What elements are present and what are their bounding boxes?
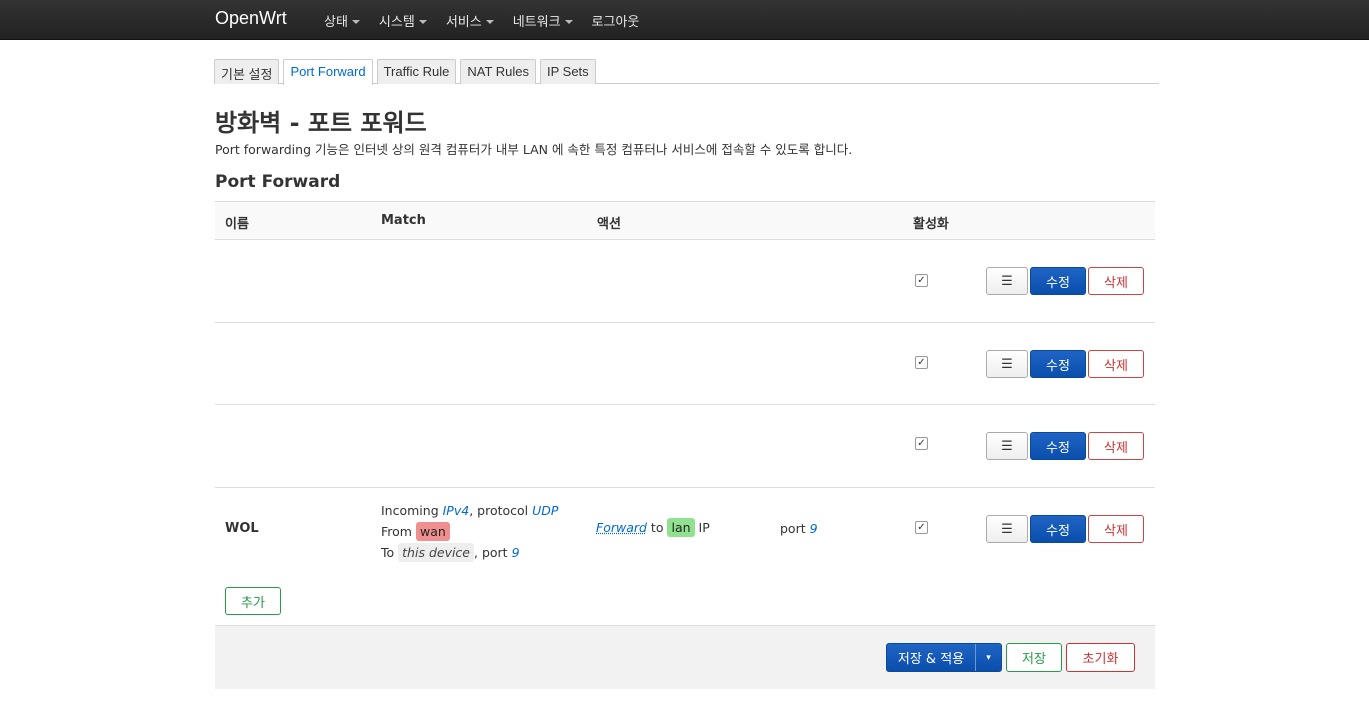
- page-title: 방화벽 - 포트 포워드: [215, 109, 427, 137]
- table-row: ✓ ☰ 수정 삭제: [215, 240, 1155, 323]
- table-header: 이름 Match 액션 활성화: [215, 201, 1155, 240]
- tab-general[interactable]: 기본 설정: [214, 59, 280, 84]
- tab-ip-sets[interactable]: IP Sets: [540, 59, 596, 84]
- delete-button[interactable]: 삭제: [1088, 432, 1144, 460]
- delete-button[interactable]: 삭제: [1088, 267, 1144, 295]
- menu-label: 로그아웃: [591, 15, 640, 30]
- edit-button[interactable]: 수정: [1030, 267, 1086, 295]
- menu-label: 상태: [324, 15, 348, 30]
- zone-badge-wan: wan: [415, 522, 450, 541]
- action-port: port 9: [780, 521, 818, 536]
- delete-button[interactable]: 삭제: [1088, 515, 1144, 543]
- table-row-wol: WOL Incoming IPv4, protocol UDP From wan…: [215, 488, 1155, 625]
- menu-system[interactable]: 시스템: [379, 11, 427, 30]
- action-description: Forward to lan IP: [596, 518, 710, 537]
- action-text: IP: [698, 520, 710, 535]
- port-forward-table: 이름 Match 액션 활성화 ✓ ☰ 수정 삭제 ✓ ☰ 수정 삭제 ✓ ☰ …: [215, 201, 1155, 625]
- header-match: Match: [381, 213, 426, 228]
- header-enabled: 활성화: [913, 217, 949, 232]
- edit-button[interactable]: 수정: [1030, 350, 1086, 378]
- match-port: 9: [511, 545, 520, 560]
- tab-traffic-rule[interactable]: Traffic Rule: [376, 59, 457, 84]
- form-footer: 저장 & 적용 ▾ 저장 초기화: [215, 625, 1155, 689]
- match-family: IPv4: [442, 503, 470, 518]
- action-verb: Forward: [596, 520, 647, 535]
- caret-down-icon: [418, 19, 427, 24]
- menu-status[interactable]: 상태: [324, 11, 360, 30]
- save-button[interactable]: 저장: [1006, 643, 1062, 672]
- save-apply-button[interactable]: 저장 & 적용: [887, 644, 976, 671]
- brand-logo[interactable]: OpenWrt: [215, 8, 287, 29]
- tab-port-forward[interactable]: Port Forward: [283, 59, 373, 85]
- delete-button[interactable]: 삭제: [1088, 350, 1144, 378]
- menu-logout[interactable]: 로그아웃: [592, 11, 640, 30]
- top-navbar: OpenWrt 상태 시스템 서비스 네트워크 로그아웃: [0, 0, 1369, 40]
- caret-down-icon: [351, 19, 360, 24]
- firewall-tabs: 기본 설정 Port Forward Traffic Rule NAT Rule…: [214, 59, 1159, 85]
- caret-down-icon: [564, 19, 573, 24]
- drag-menu-button[interactable]: ☰: [986, 515, 1028, 543]
- rule-name: WOL: [225, 521, 259, 536]
- drag-menu-button[interactable]: ☰: [986, 350, 1028, 378]
- match-text: , protocol: [469, 503, 529, 518]
- zone-badge-lan: lan: [667, 518, 695, 537]
- edit-button[interactable]: 수정: [1030, 515, 1086, 543]
- action-text: port: [780, 521, 806, 536]
- menu-label: 네트워크: [512, 15, 561, 30]
- enabled-checkbox[interactable]: ✓: [915, 356, 928, 369]
- tab-nat-rules[interactable]: NAT Rules: [460, 59, 536, 84]
- drag-menu-button[interactable]: ☰: [986, 267, 1028, 295]
- match-protocol: UDP: [532, 503, 559, 518]
- enabled-checkbox[interactable]: ✓: [915, 274, 928, 287]
- table-row: ✓ ☰ 수정 삭제: [215, 323, 1155, 405]
- match-description: Incoming IPv4, protocol UDP From wan To …: [381, 500, 558, 563]
- add-button[interactable]: 추가: [225, 587, 281, 615]
- menu-network[interactable]: 네트워크: [513, 11, 573, 30]
- action-text: to: [650, 520, 664, 535]
- header-name: 이름: [225, 217, 249, 232]
- edit-button[interactable]: 수정: [1030, 432, 1086, 460]
- chevron-down-icon[interactable]: ▾: [976, 644, 1001, 671]
- menu-label: 시스템: [378, 15, 415, 30]
- enabled-checkbox[interactable]: ✓: [915, 437, 928, 450]
- match-text: Incoming: [381, 503, 439, 518]
- header-action: 액션: [597, 217, 621, 232]
- match-text: From: [381, 524, 412, 539]
- menu-label: 서비스: [445, 15, 482, 30]
- drag-menu-button[interactable]: ☰: [986, 432, 1028, 460]
- page-description: Port forwarding 기능은 인터넷 상의 원격 컴퓨터가 내부 LA…: [215, 142, 853, 157]
- main-menu: 상태 시스템 서비스 네트워크 로그아웃: [324, 11, 658, 30]
- match-text: To: [381, 545, 395, 560]
- enabled-checkbox[interactable]: ✓: [915, 521, 928, 534]
- match-text: , port: [474, 545, 508, 560]
- section-title: Port Forward: [215, 172, 341, 192]
- action-port-value: 9: [809, 521, 818, 536]
- reset-button[interactable]: 초기화: [1066, 643, 1135, 672]
- device-badge: this device: [398, 543, 474, 562]
- menu-services[interactable]: 서비스: [446, 11, 494, 30]
- table-row: ✓ ☰ 수정 삭제: [215, 405, 1155, 488]
- save-apply-button-group: 저장 & 적용 ▾: [886, 643, 1002, 672]
- caret-down-icon: [485, 19, 494, 24]
